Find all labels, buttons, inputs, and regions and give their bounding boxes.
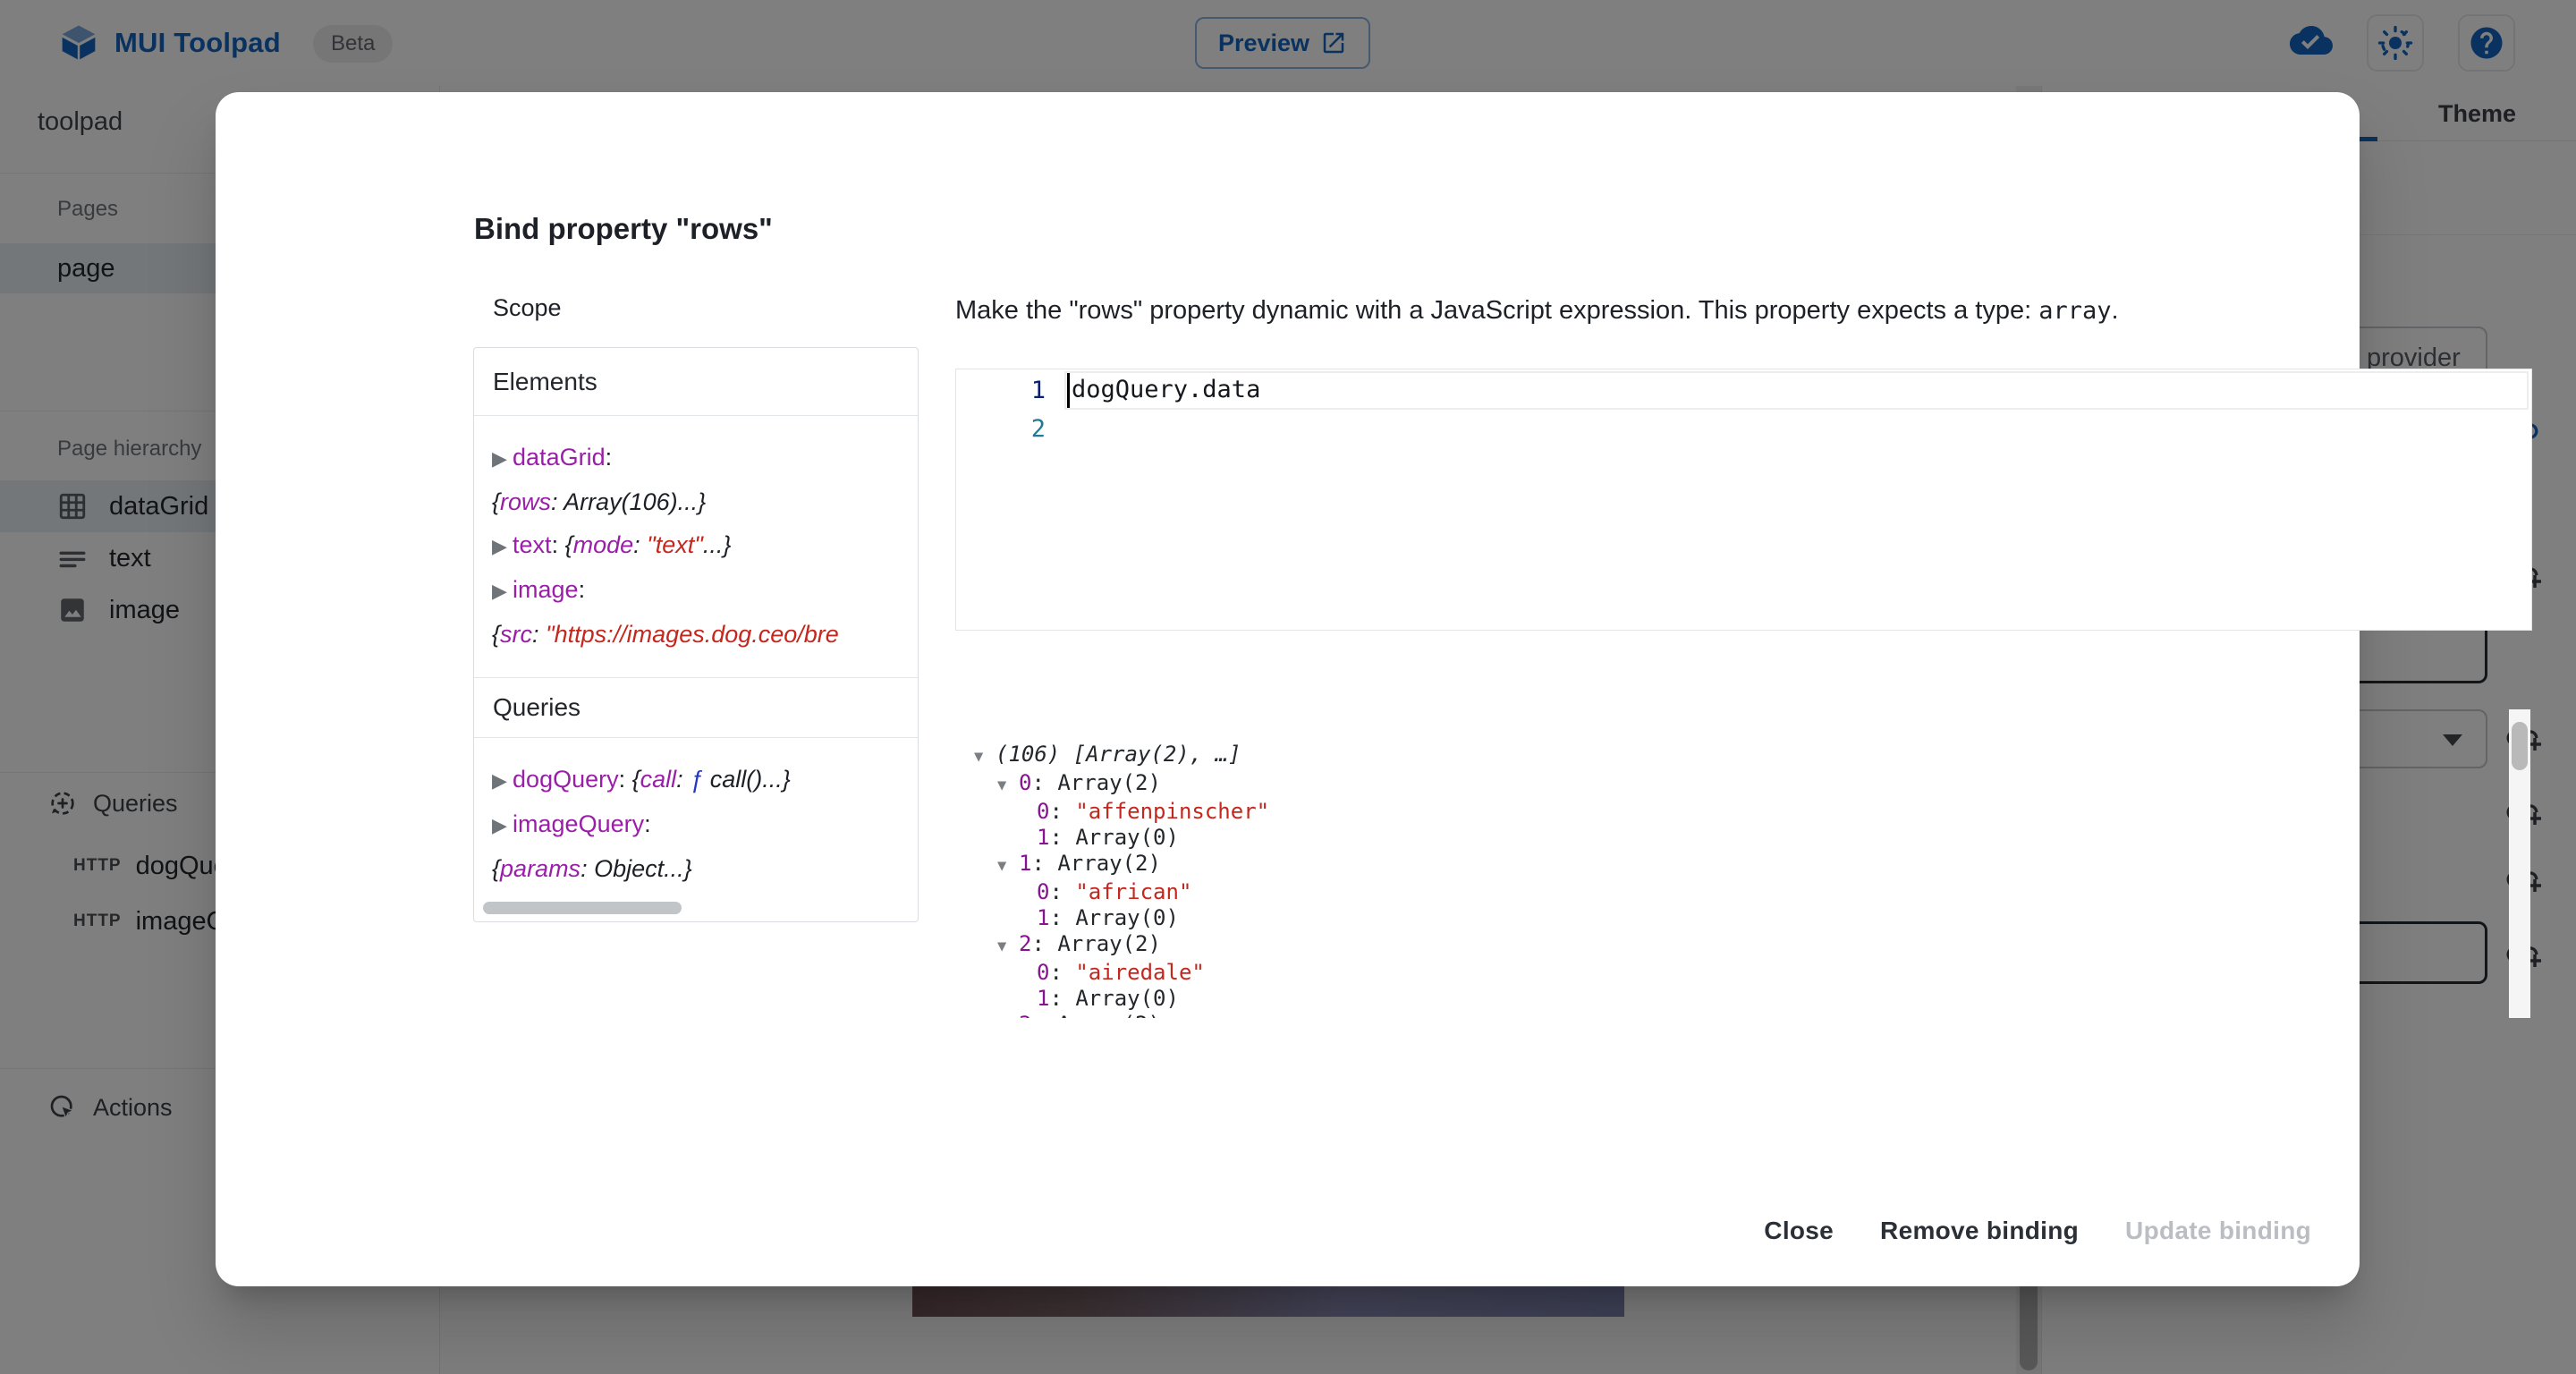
description-text: Make the "rows" property dynamic with a … — [955, 296, 2038, 325]
scope-tree-line[interactable]: ▶ dogQuery: {call: ƒ call()...} — [492, 758, 918, 802]
json-tree-row[interactable]: ▼3: Array(2) — [963, 1012, 2532, 1018]
editor-cursor — [1067, 373, 1070, 408]
queries-header: Queries — [474, 677, 918, 738]
dialog-description: Make the "rows" property dynamic with a … — [955, 296, 2119, 326]
json-tree-row[interactable]: ▼(106) [Array(2), …] — [963, 742, 2532, 770]
elements-tree: ▶ dataGrid:{rows: Array(106)...}▶ text: … — [474, 416, 918, 677]
js-expression-editor[interactable]: 1 2 dogQuery.data — [955, 369, 2532, 631]
json-tree-row[interactable]: 1: Array(0) — [963, 825, 2532, 851]
bind-property-dialog: Bind property "rows" Scope Elements ▶ da… — [216, 92, 2360, 1286]
triangle-expanded-icon[interactable]: ▼ — [997, 773, 1019, 799]
update-binding-button[interactable]: Update binding — [2102, 1202, 2334, 1260]
close-button[interactable]: Close — [1741, 1202, 1857, 1260]
json-tree-rows: ▼(106) [Array(2), …]▼0: Array(2)0: "affe… — [963, 709, 2532, 1018]
dialog-actions: Close Remove binding Update binding — [1741, 1197, 2334, 1265]
scope-horizontal-scrollbar-thumb[interactable] — [483, 902, 682, 914]
json-tree-row[interactable]: ▼1: Array(2) — [963, 851, 2532, 879]
line-number-1: 1 — [974, 371, 1046, 410]
triangle-expanded-icon[interactable]: ▼ — [997, 853, 1019, 879]
json-tree-row[interactable]: 0: "affenpinscher" — [963, 799, 2532, 825]
scope-tree-line[interactable]: {src: "https://images.dog.ceo/bre — [492, 613, 918, 656]
triangle-expanded-icon[interactable]: ▼ — [974, 744, 996, 770]
json-tree-row[interactable]: ▼0: Array(2) — [963, 770, 2532, 799]
scope-tree-line[interactable]: {rows: Array(106)...} — [492, 480, 918, 523]
json-tree-row[interactable]: 1: Array(0) — [963, 905, 2532, 931]
scope-tree-line[interactable]: {params: Object...} — [492, 847, 918, 890]
json-tree-row[interactable]: 0: "african" — [963, 879, 2532, 905]
result-tree-scrollbar[interactable] — [2509, 709, 2530, 1018]
editor-current-line — [1064, 371, 2529, 410]
screen: MUI Toolpad Beta Preview — [0, 0, 2576, 1374]
editor-code: dogQuery.data — [1072, 369, 1260, 410]
scope-tree-line[interactable]: ▶ dataGrid: — [492, 436, 918, 480]
scope-label: Scope — [493, 294, 562, 322]
elements-header: Elements — [474, 348, 918, 416]
triangle-expanded-icon[interactable]: ▼ — [997, 1014, 1019, 1018]
scope-browser: Elements ▶ dataGrid:{rows: Array(106)...… — [473, 347, 919, 922]
triangle-expanded-icon[interactable]: ▼ — [997, 934, 1019, 960]
result-tree-scrollbar-thumb[interactable] — [2512, 722, 2528, 770]
scope-tree-line[interactable]: ▶ imageQuery: — [492, 802, 918, 847]
json-tree-row[interactable]: 0: "airedale" — [963, 960, 2532, 986]
json-tree-row[interactable]: 1: Array(0) — [963, 986, 2532, 1012]
remove-binding-button[interactable]: Remove binding — [1857, 1202, 2102, 1260]
scope-tree-line[interactable]: ▶ image: — [492, 568, 918, 613]
queries-tree: ▶ dogQuery: {call: ƒ call()...}▶ imageQu… — [474, 738, 918, 912]
expression-result-tree[interactable]: ▼(106) [Array(2), …]▼0: Array(2)0: "affe… — [963, 709, 2532, 1018]
description-period: . — [2111, 296, 2118, 325]
json-tree-row[interactable]: ▼2: Array(2) — [963, 931, 2532, 960]
expected-type: array — [2038, 297, 2111, 325]
line-number-2: 2 — [974, 410, 1046, 448]
dialog-title: Bind property "rows" — [474, 212, 773, 246]
scope-tree-line[interactable]: ▶ text: {mode: "text"...} — [492, 523, 918, 568]
